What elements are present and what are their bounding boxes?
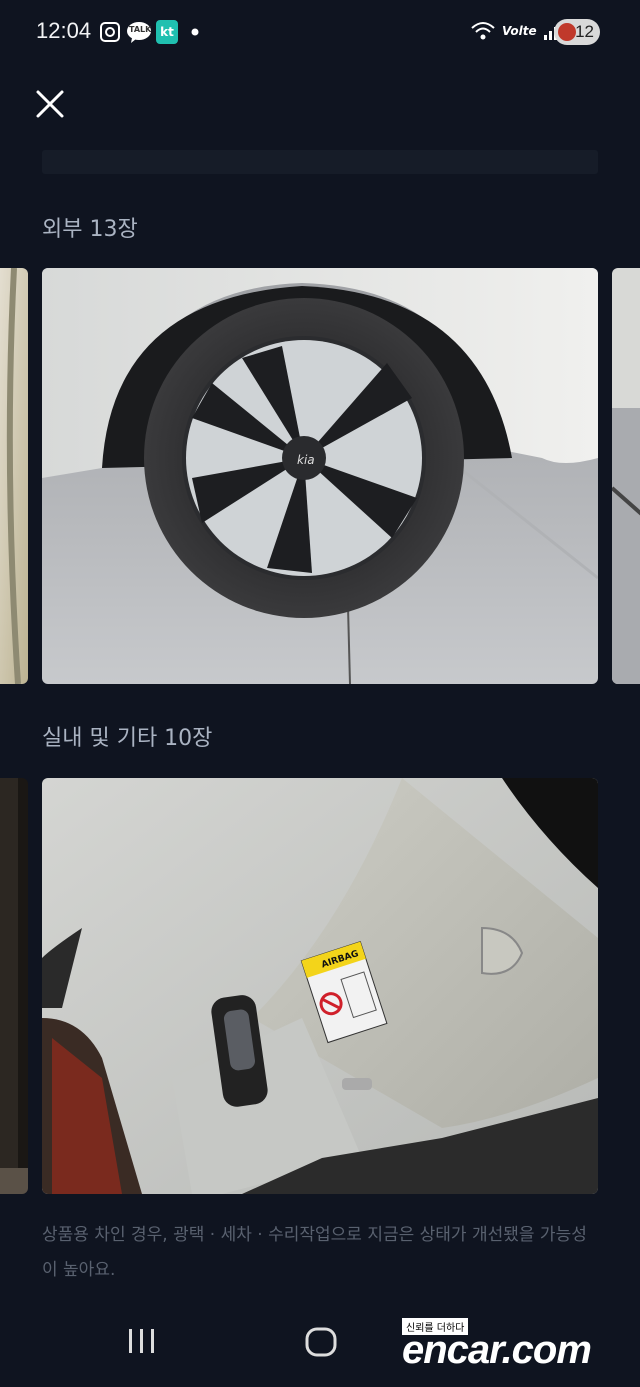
photo-interior-headliner[interactable]: AIRBAG [42, 778, 598, 1194]
volte-indicator: Volte [502, 24, 537, 38]
screenshot-icon [98, 20, 122, 44]
wifi-icon [471, 22, 495, 40]
close-button[interactable] [30, 84, 70, 124]
status-time: 12:04 [36, 18, 92, 43]
talk-badge: TALK [129, 25, 152, 34]
notification-dot-icon [190, 20, 200, 44]
status-bar: 12:04 TALK kt Volte 12 [0, 0, 640, 64]
photo-prev-exterior[interactable] [0, 268, 28, 684]
section-title-exterior: 외부 13장 [42, 217, 138, 242]
horizontal-scroll-track [42, 150, 598, 174]
photo-exterior-wheel[interactable]: kia [42, 268, 598, 684]
kt-icon: kt [156, 20, 178, 44]
section-title-interior: 실내 및 기타 10장 [42, 726, 213, 751]
home-button[interactable] [304, 1326, 338, 1362]
close-icon [36, 90, 64, 118]
recent-apps-icon [129, 1329, 154, 1353]
condition-note: 상품용 차인 경우, 광택 · 세차 · 수리작업으로 지금은 상태가 개선됐을… [42, 1225, 587, 1280]
svg-text:kia: kia [297, 453, 315, 467]
battery-indicator: 12 [554, 19, 600, 45]
photo-next-exterior[interactable] [612, 268, 640, 684]
recent-apps-button[interactable] [126, 1326, 158, 1360]
battery-saver-icon [558, 23, 576, 41]
watermark-brand: encar.com [402, 1328, 592, 1372]
photo-prev-interior[interactable] [0, 778, 28, 1194]
status-right: Volte [470, 20, 563, 42]
home-icon [305, 1327, 337, 1357]
kakaotalk-icon: TALK [126, 20, 152, 44]
encar-watermark: 신뢰를 더하다 encar.com [402, 1318, 632, 1374]
